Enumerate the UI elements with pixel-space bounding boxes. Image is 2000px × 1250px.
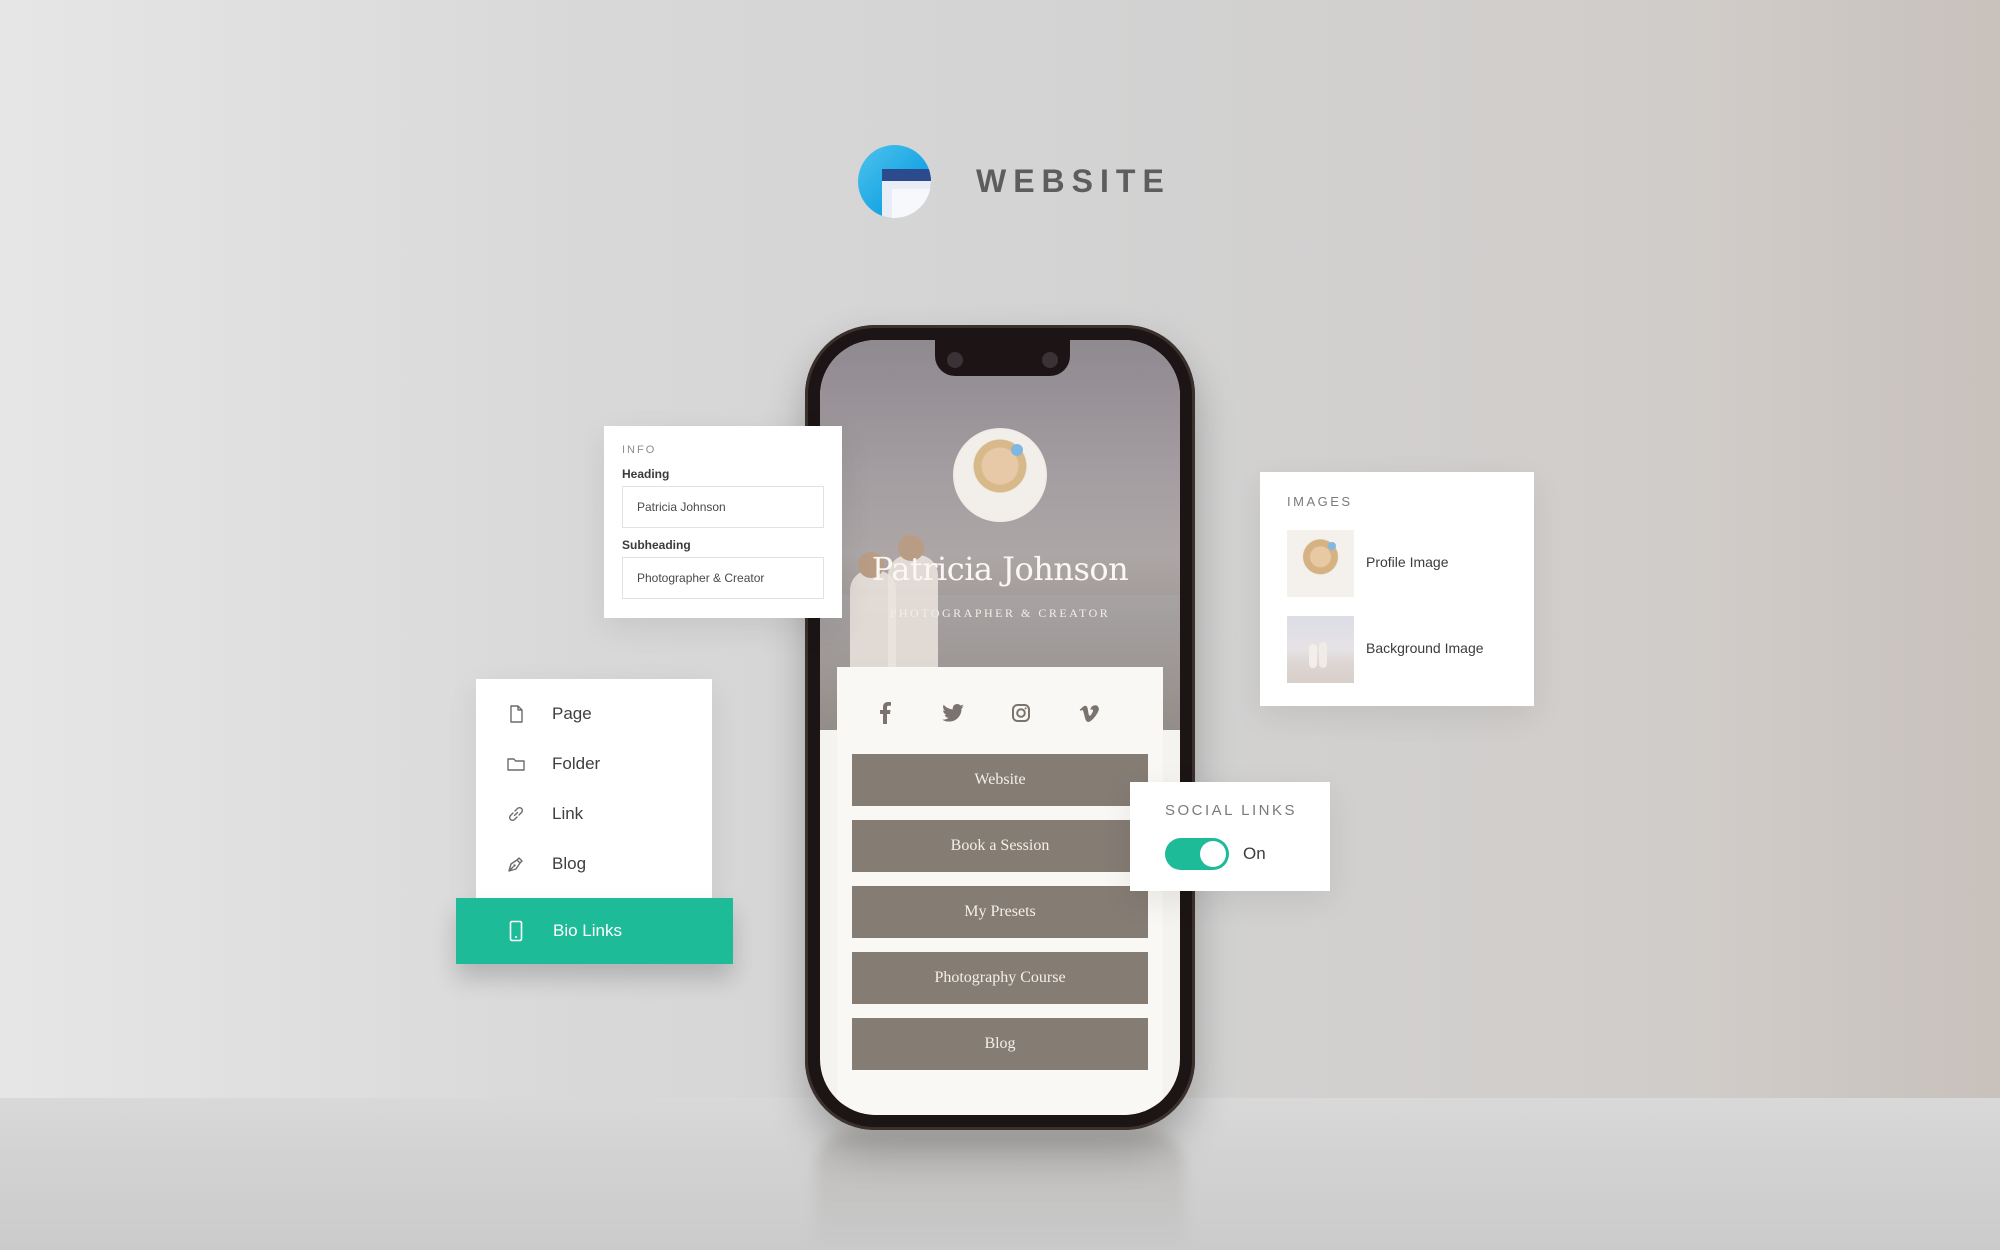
link-button-blog[interactable]: Blog xyxy=(852,1018,1148,1070)
menu-item-page[interactable]: Page xyxy=(476,689,712,739)
images-panel-title: IMAGES xyxy=(1287,494,1353,509)
link-button-book-a-session[interactable]: Book a Session xyxy=(852,820,1148,872)
images-panel: IMAGES Profile Image Background Image xyxy=(1260,472,1534,706)
facebook-icon[interactable] xyxy=(869,697,901,729)
menu-item-label: Page xyxy=(552,704,592,723)
heading-label: Heading xyxy=(622,467,670,481)
social-links-title: SOCIAL LINKS xyxy=(1165,802,1297,819)
add-content-menu: Page Folder Link Blog xyxy=(476,679,712,901)
social-icons-row xyxy=(837,697,1163,729)
social-links-panel: SOCIAL LINKS On xyxy=(1130,782,1330,891)
links-card: Website Book a Session My Presets Photog… xyxy=(837,667,1163,1115)
background-image-thumbnail[interactable] xyxy=(1287,616,1354,683)
heading-input[interactable]: Patricia Johnson xyxy=(622,486,824,528)
pen-nib-icon xyxy=(506,854,526,874)
link-button-website[interactable]: Website xyxy=(852,754,1148,806)
info-panel: INFO Heading Patricia Johnson Subheading… xyxy=(604,426,842,618)
subheading-input[interactable]: Photographer & Creator xyxy=(622,557,824,599)
menu-item-blog[interactable]: Blog xyxy=(476,839,712,889)
subheading-label: Subheading xyxy=(622,538,691,552)
page-icon xyxy=(506,704,526,724)
profile-subtitle: PHOTOGRAPHER & CREATOR xyxy=(889,606,1111,620)
menu-item-bio-links[interactable]: Bio Links xyxy=(456,898,733,964)
menu-item-folder[interactable]: Folder xyxy=(476,739,712,789)
profile-name: Patricia Johnson xyxy=(871,550,1129,588)
link-button-my-presets[interactable]: My Presets xyxy=(852,886,1148,938)
link-button-photography-course[interactable]: Photography Course xyxy=(852,952,1148,1004)
profile-image-thumbnail[interactable] xyxy=(1287,530,1354,597)
phone-mockup: Patricia Johnson PHOTOGRAPHER & CREATOR … xyxy=(805,325,1195,1130)
info-panel-title: INFO xyxy=(622,444,657,456)
profile-image-label[interactable]: Profile Image xyxy=(1366,554,1448,570)
website-window-icon xyxy=(858,145,931,218)
profile-avatar[interactable] xyxy=(953,428,1047,522)
page-title: WEBSITE xyxy=(976,163,1171,199)
menu-item-link[interactable]: Link xyxy=(476,789,712,839)
instagram-icon[interactable] xyxy=(1005,697,1037,729)
vimeo-icon[interactable] xyxy=(1073,697,1105,729)
phone-reflection xyxy=(815,1130,1185,1250)
phone-notch xyxy=(935,340,1070,376)
social-links-toggle[interactable] xyxy=(1165,838,1229,870)
folder-icon xyxy=(506,754,526,774)
phone-screen: Patricia Johnson PHOTOGRAPHER & CREATOR … xyxy=(820,340,1180,1115)
menu-item-label: Folder xyxy=(552,754,601,773)
menu-item-label: Bio Links xyxy=(553,921,622,940)
mobile-phone-icon xyxy=(506,920,526,942)
menu-item-label: Blog xyxy=(552,854,587,873)
link-icon xyxy=(506,804,526,824)
background-image-label[interactable]: Background Image xyxy=(1366,640,1484,656)
social-links-state: On xyxy=(1243,844,1266,863)
menu-item-label: Link xyxy=(552,804,584,823)
brand-header: WEBSITE xyxy=(858,145,1171,218)
twitter-icon[interactable] xyxy=(937,697,969,729)
